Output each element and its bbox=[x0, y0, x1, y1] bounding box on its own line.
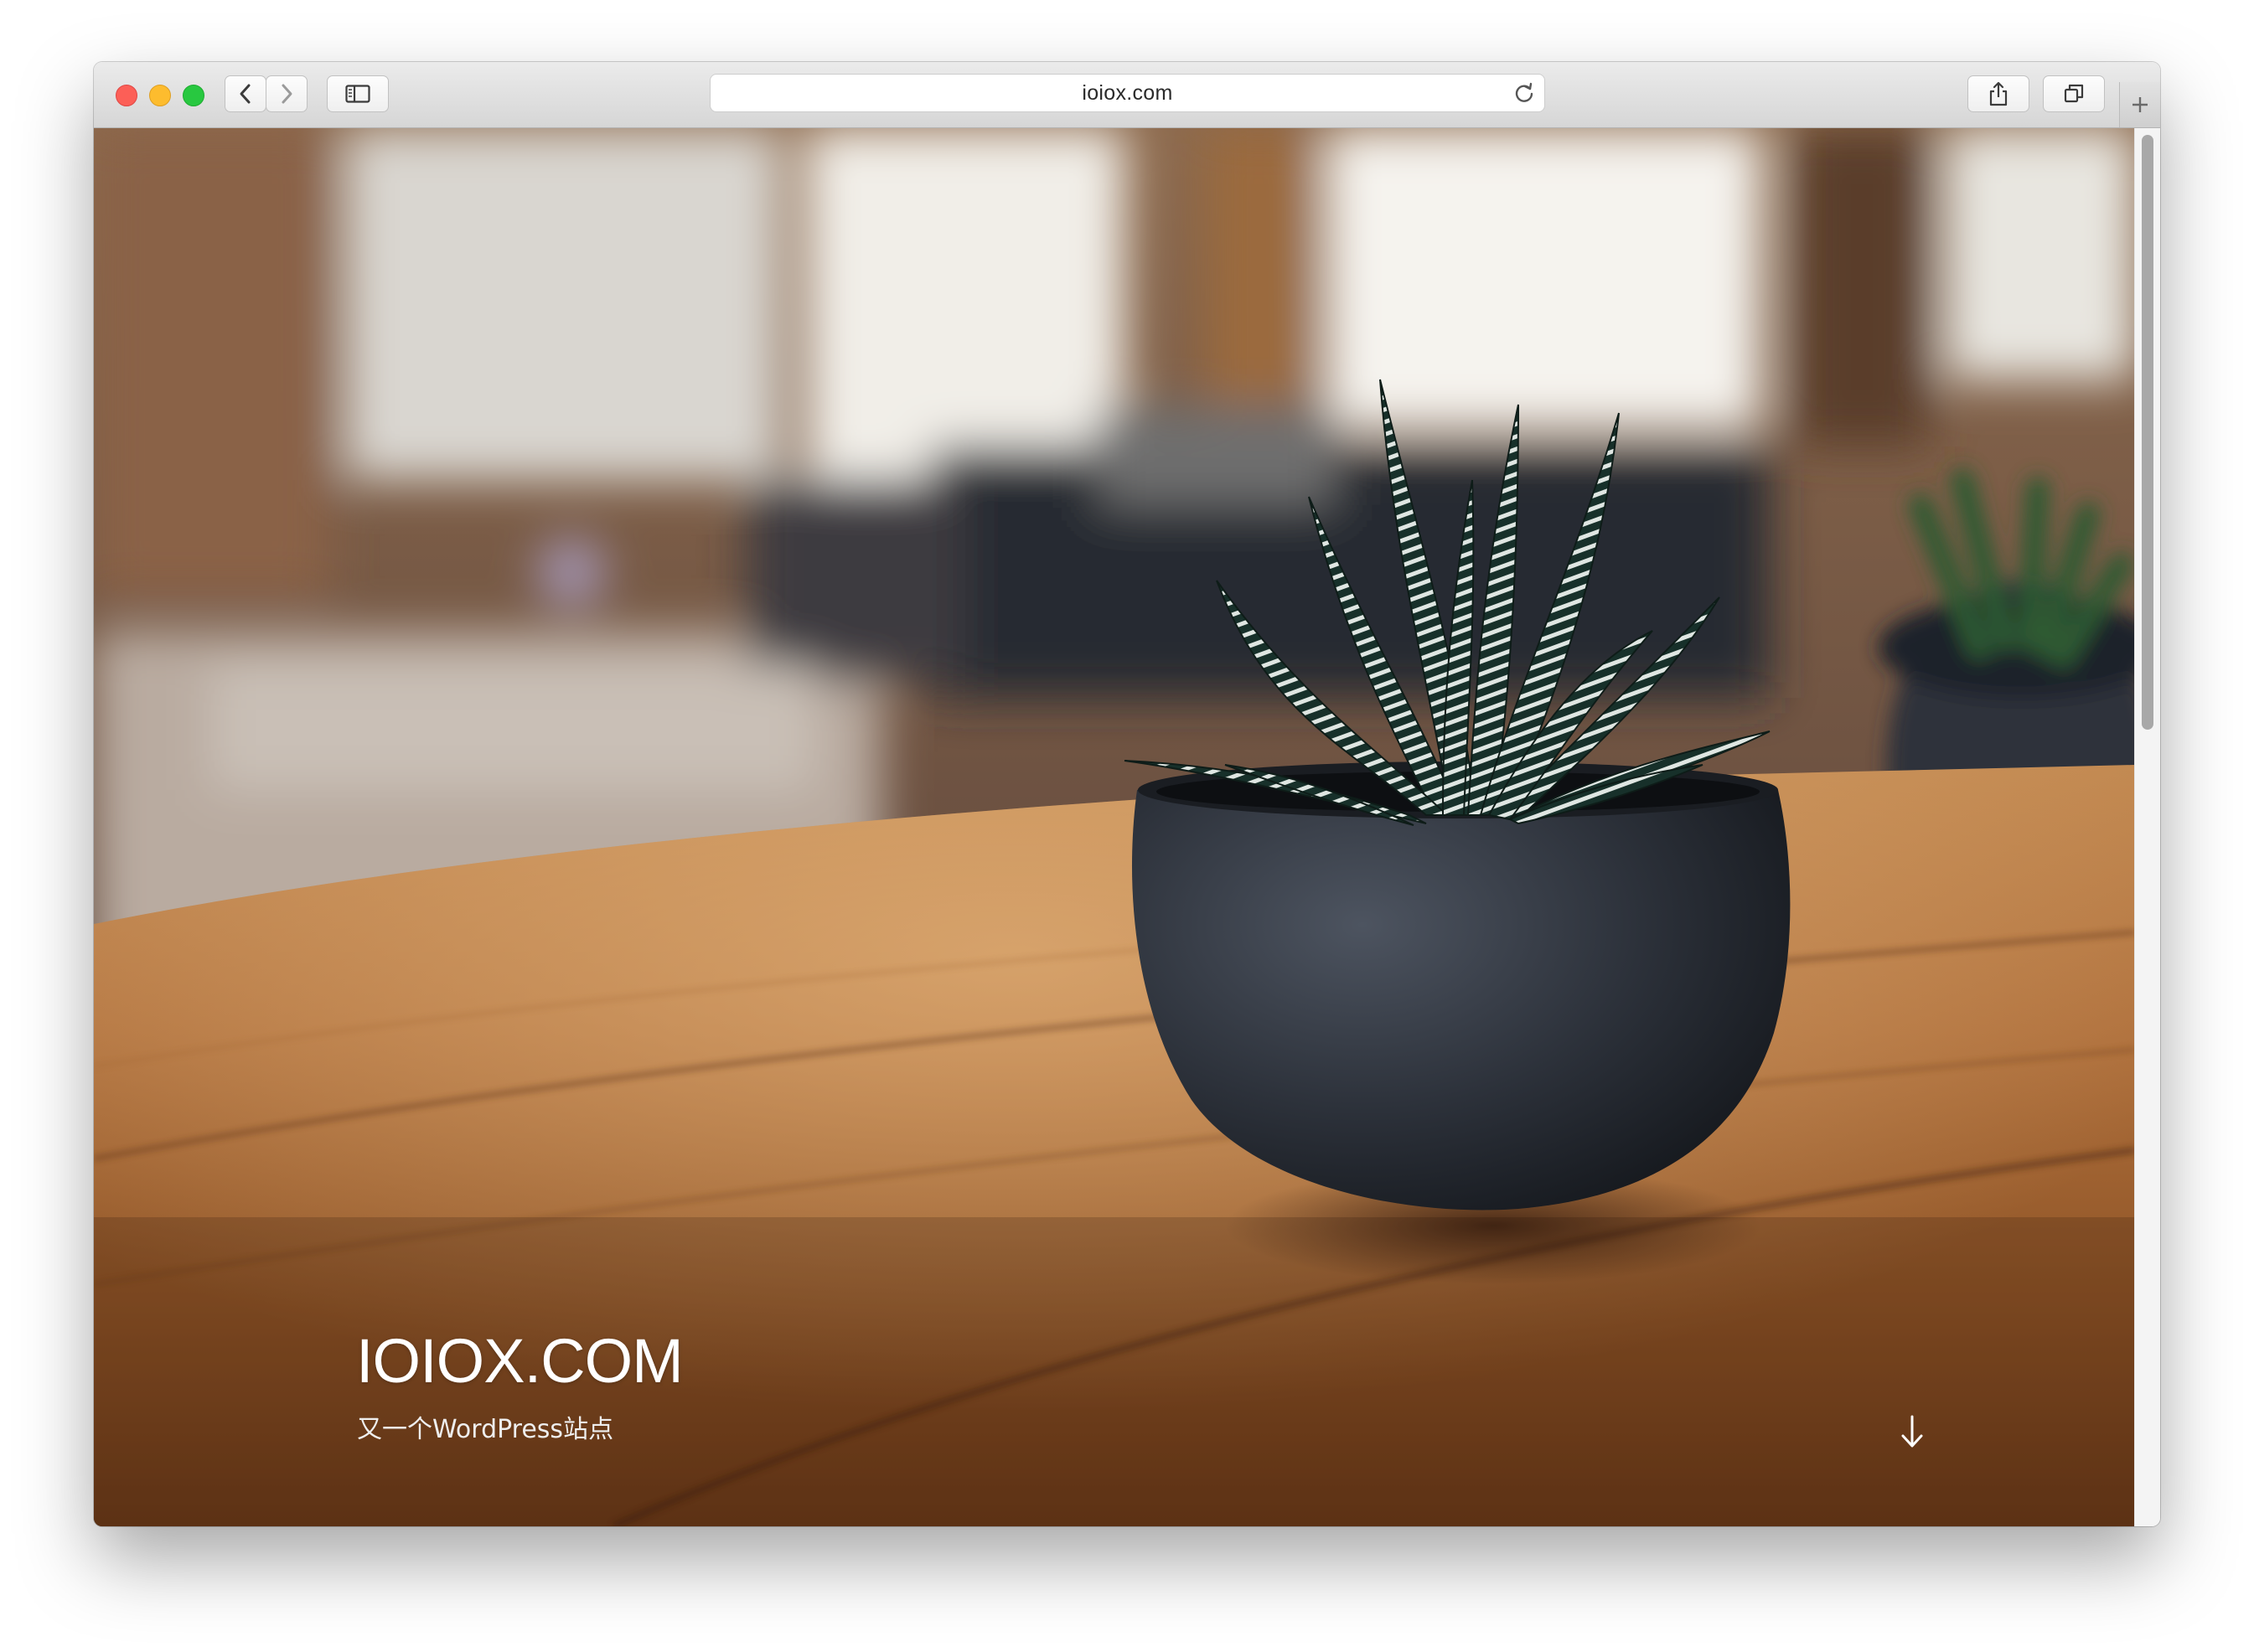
new-tab-button[interactable] bbox=[2119, 82, 2160, 127]
back-button[interactable] bbox=[225, 75, 266, 112]
browser-toolbar: ioiox.com bbox=[94, 62, 2160, 128]
chevron-left-icon bbox=[240, 84, 251, 104]
url-text: ioiox.com bbox=[1082, 80, 1173, 105]
arrow-down-icon bbox=[1901, 1415, 1923, 1448]
share-button[interactable] bbox=[1967, 75, 2029, 112]
tabs-overview-icon bbox=[2064, 84, 2084, 103]
vertical-scrollbar[interactable] bbox=[2134, 128, 2160, 1526]
site-tagline: 又一个WordPress站点 bbox=[357, 1415, 614, 1444]
reload-icon bbox=[1515, 82, 1533, 102]
close-window-button[interactable] bbox=[116, 85, 137, 106]
tabs-overview-button[interactable] bbox=[2043, 75, 2105, 112]
sidebar-icon bbox=[345, 85, 370, 103]
plus-icon bbox=[2133, 97, 2148, 112]
share-icon bbox=[1989, 81, 2008, 106]
browser-window: ioiox.com IOIOX.COM 又一个WordPress站点 bbox=[94, 62, 2160, 1526]
scroll-down-button[interactable] bbox=[1894, 1410, 1931, 1453]
page-viewport: IOIOX.COM 又一个WordPress站点 bbox=[94, 128, 2135, 1526]
scrollbar-thumb[interactable] bbox=[2142, 135, 2153, 730]
site-title[interactable]: IOIOX.COM bbox=[356, 1330, 684, 1392]
chevron-right-icon bbox=[282, 84, 292, 104]
minimize-window-button[interactable] bbox=[149, 85, 171, 106]
hero-background-image bbox=[94, 128, 2135, 1526]
sidebar-button[interactable] bbox=[327, 75, 389, 112]
reload-button[interactable] bbox=[1512, 81, 1536, 109]
zoom-window-button[interactable] bbox=[183, 85, 204, 106]
forward-button[interactable] bbox=[266, 75, 308, 112]
address-bar[interactable]: ioiox.com bbox=[710, 74, 1545, 112]
